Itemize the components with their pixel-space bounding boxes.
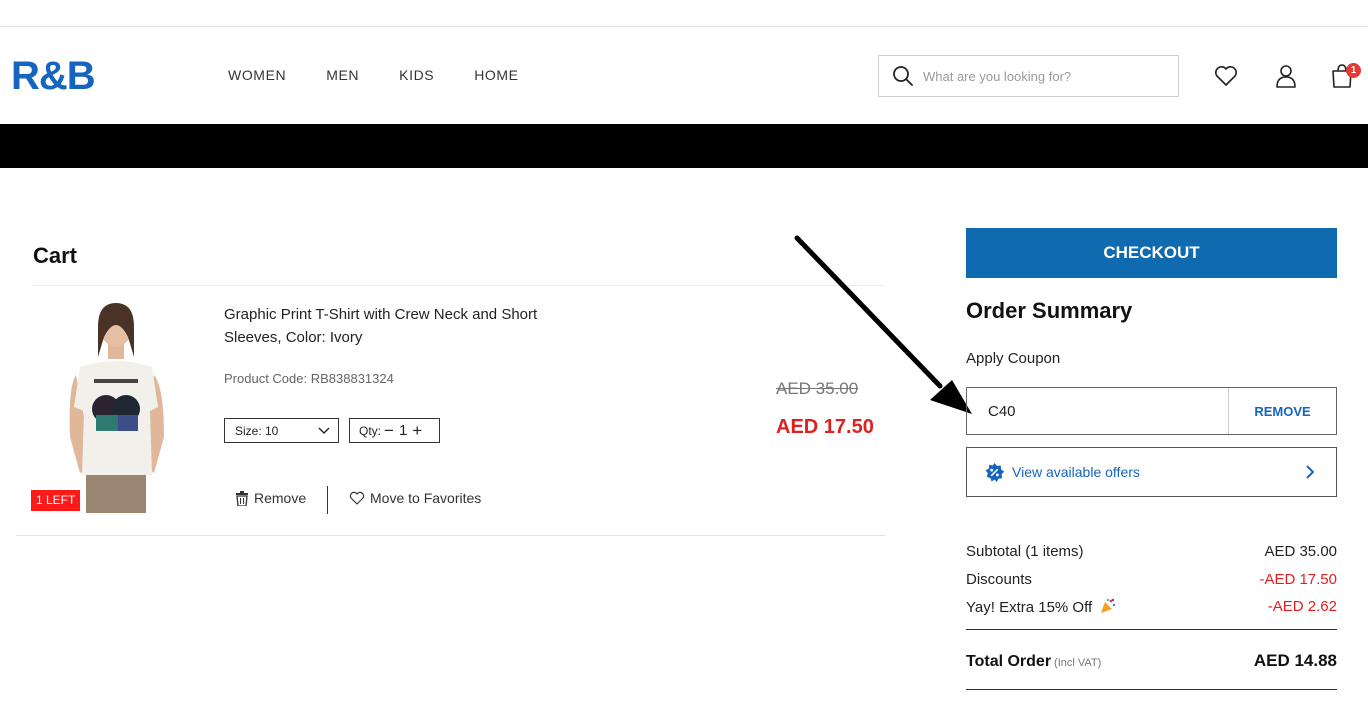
size-value: Size: 10	[235, 423, 279, 438]
original-price: AED 35.00	[776, 379, 859, 398]
summary-divider	[966, 629, 1337, 630]
remove-item-button[interactable]: Remove	[235, 490, 306, 506]
extra-discount-row: Yay! Extra 15% Off -AED 2.62	[966, 598, 1337, 616]
discount-badge-icon	[985, 462, 1004, 482]
promo-banner	[0, 124, 1368, 168]
cart-title: Cart	[33, 243, 78, 268]
order-summary-title: Order Summary	[966, 298, 1133, 323]
divider	[33, 285, 885, 286]
nav-women[interactable]: WOMEN	[228, 67, 286, 83]
discounts-label: Discounts	[966, 571, 1032, 588]
search-icon[interactable]	[891, 64, 915, 88]
action-divider	[327, 486, 328, 514]
favorites-label: Move to Favorites	[370, 490, 482, 506]
product-image[interactable]	[36, 297, 206, 513]
brand-logo[interactable]: R&B	[11, 54, 96, 98]
product-title[interactable]: Graphic Print T-Shirt with Crew Neck and…	[224, 303, 544, 349]
stock-badge: 1 LEFT	[31, 490, 81, 511]
move-to-favorites-button[interactable]: Move to Favorites	[349, 490, 481, 506]
remove-coupon-button[interactable]: REMOVE	[1228, 388, 1336, 434]
sale-price: AED 17.50	[776, 416, 874, 438]
search-input[interactable]	[923, 68, 1163, 84]
coupon-field: REMOVE	[966, 387, 1337, 435]
nav-kids[interactable]: KIDS	[399, 67, 434, 83]
discounts-value: -AED 17.50	[1259, 571, 1337, 588]
subtotal-value: AED 35.00	[1264, 543, 1337, 560]
top-divider	[0, 26, 1368, 27]
heart-outline-icon	[349, 491, 365, 505]
total-value: AED 14.88	[1253, 651, 1337, 670]
extra-discount-label-wrap: Yay! Extra 15% Off	[966, 598, 1116, 616]
chevron-right-icon	[1306, 465, 1315, 479]
summary-divider	[966, 689, 1337, 690]
divider	[16, 535, 885, 536]
nav-home[interactable]: HOME	[474, 67, 518, 83]
total-row: Total Order (Incl VAT) AED 14.88	[966, 651, 1337, 671]
party-popper-icon	[1101, 599, 1116, 613]
search-bar	[878, 55, 1179, 97]
main-nav: WOMEN MEN KIDS HOME	[228, 67, 519, 83]
remove-label: Remove	[254, 490, 307, 506]
size-select[interactable]: Size: 10	[224, 418, 339, 443]
total-label: Total Order	[966, 653, 1052, 670]
extra-discount-label: Yay! Extra 15% Off	[966, 599, 1093, 616]
cart-count-badge: 1	[1346, 63, 1361, 78]
checkout-button[interactable]: CHECKOUT	[966, 228, 1337, 278]
coupon-input[interactable]	[967, 388, 1228, 434]
extra-discount-value: -AED 2.62	[1267, 598, 1337, 615]
chevron-down-icon	[318, 427, 330, 434]
qty-increase-button[interactable]: +	[409, 422, 425, 439]
subtotal-row: Subtotal (1 items) AED 35.00	[966, 543, 1337, 560]
qty-decrease-button[interactable]: −	[381, 422, 397, 439]
subtotal-label: Subtotal (1 items)	[966, 543, 1084, 560]
quantity-stepper: Qty: − 1 +	[349, 418, 440, 443]
coupon-label: Apply Coupon	[966, 350, 1061, 367]
heart-icon[interactable]	[1212, 62, 1240, 90]
trash-icon	[236, 490, 248, 506]
qty-value: 1	[398, 422, 408, 439]
nav-men[interactable]: MEN	[326, 67, 359, 83]
total-label-wrap: Total Order (Incl VAT)	[966, 653, 1101, 671]
user-icon[interactable]	[1272, 62, 1300, 90]
view-offers-button[interactable]: View available offers	[966, 447, 1337, 497]
product-code: Product Code: RB838831324	[224, 371, 394, 386]
discounts-row: Discounts -AED 17.50	[966, 571, 1337, 588]
offers-label: View available offers	[1012, 464, 1140, 480]
total-vat-note: (Incl VAT)	[1054, 657, 1102, 669]
qty-label: Qty:	[359, 423, 382, 438]
